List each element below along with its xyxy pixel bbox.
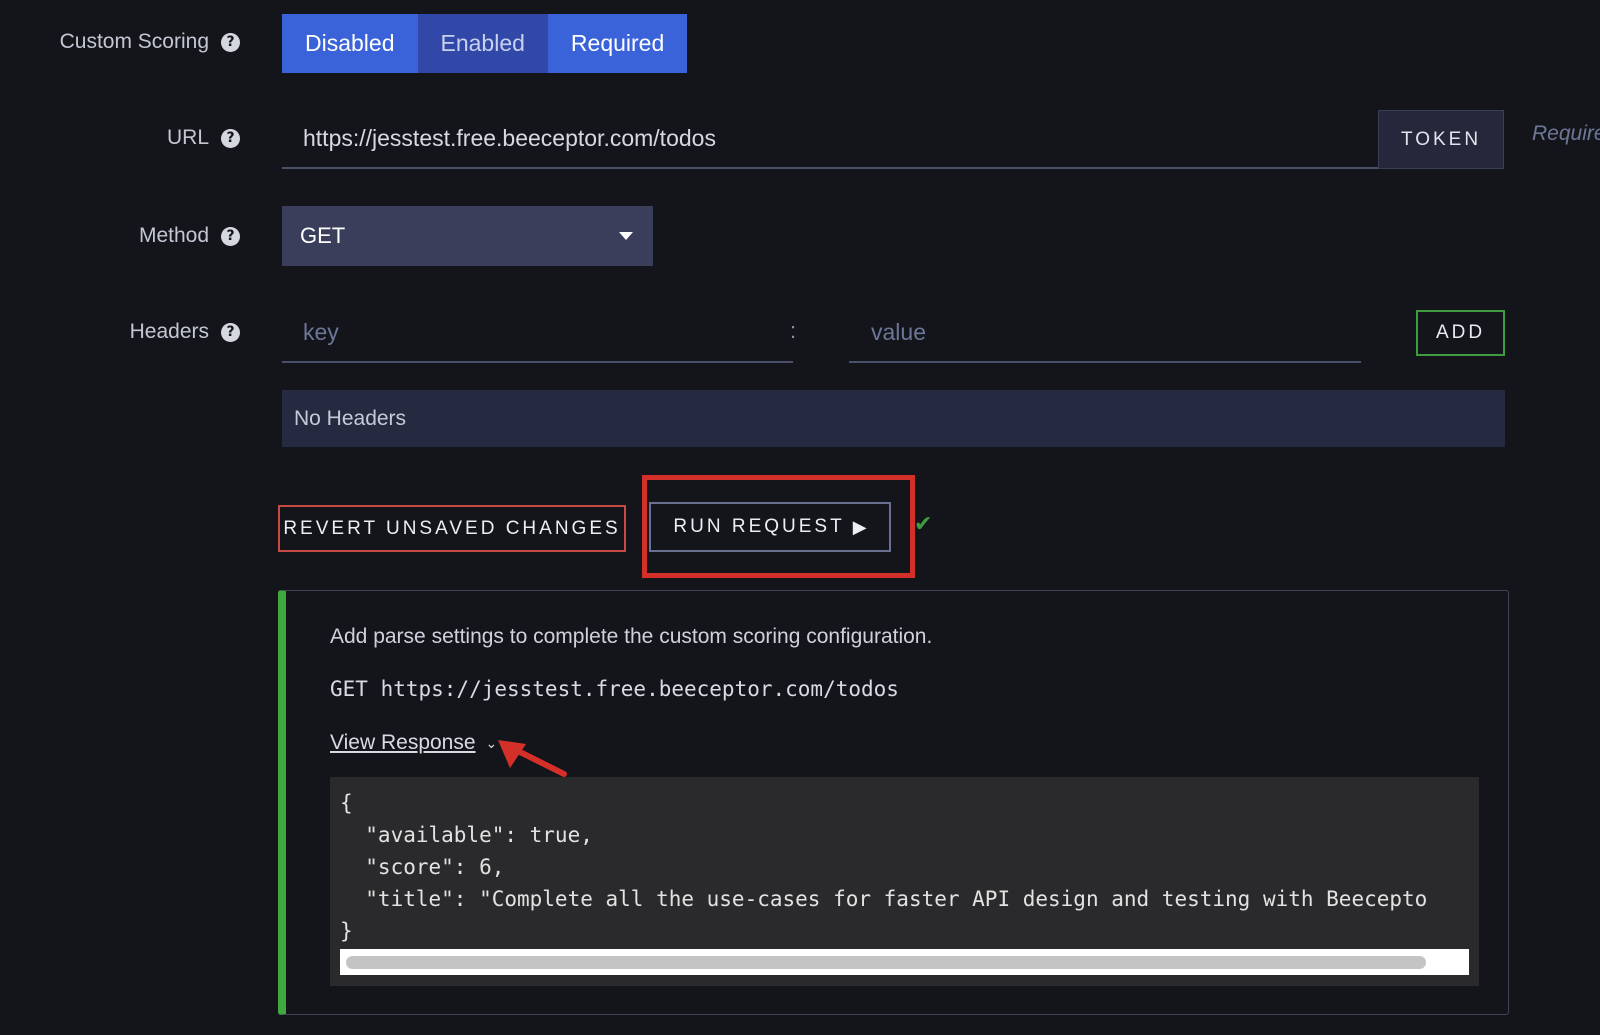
custom-scoring-label: Custom Scoring ? xyxy=(60,22,240,62)
required-hint: Require xyxy=(1532,122,1600,145)
header-key-input[interactable]: key xyxy=(282,304,793,363)
help-icon[interactable]: ? xyxy=(221,322,240,342)
play-icon: ▶ xyxy=(852,516,867,537)
result-panel: Add parse settings to complete the custo… xyxy=(278,590,1509,1015)
custom-scoring-toggle: Disabled Enabled Required xyxy=(282,14,688,73)
request-line: GET https://jesstest.free.beeceptor.com/… xyxy=(330,677,899,701)
code-line: "title": "Complete all the use-cases for… xyxy=(340,887,1428,911)
help-icon[interactable]: ? xyxy=(221,32,240,52)
annotation-arrow-icon xyxy=(498,740,567,777)
token-button[interactable]: TOKEN xyxy=(1378,110,1504,169)
help-icon[interactable]: ? xyxy=(221,226,240,246)
url-input[interactable]: https://jesstest.free.beeceptor.com/todo… xyxy=(282,110,1378,169)
code-line: { xyxy=(340,791,353,815)
check-icon: ✔ xyxy=(914,511,933,536)
add-header-button[interactable]: ADD xyxy=(1416,310,1505,356)
code-line: "available": true, xyxy=(340,823,593,847)
horizontal-scrollbar[interactable] xyxy=(340,949,1469,975)
revert-button[interactable]: REVERT UNSAVED CHANGES xyxy=(278,505,626,552)
header-value-input[interactable]: value xyxy=(849,304,1361,363)
method-value: GET xyxy=(300,223,346,248)
headers-label: Headers ? xyxy=(130,312,240,352)
help-icon[interactable]: ? xyxy=(221,128,240,148)
run-request-label: RUN REQUEST xyxy=(673,516,845,537)
method-label: Method ? xyxy=(139,216,240,256)
view-response-toggle[interactable]: View Response ⌄ xyxy=(330,731,497,755)
header-separator: : xyxy=(790,318,797,343)
method-select[interactable]: GET xyxy=(282,206,653,266)
headers-empty-state: No Headers xyxy=(282,390,1505,447)
url-label: URL ? xyxy=(167,118,240,158)
result-message: Add parse settings to complete the custo… xyxy=(330,625,933,648)
custom-scoring-disabled-option[interactable]: Disabled xyxy=(282,14,418,73)
code-line: } xyxy=(340,919,353,943)
custom-scoring-enabled-option[interactable]: Enabled xyxy=(417,14,548,73)
chevron-down-icon xyxy=(619,232,633,240)
custom-scoring-required-option[interactable]: Required xyxy=(547,14,688,73)
code-line: "score": 6, xyxy=(340,855,505,879)
response-code: { "available": true, "score": 6, "title"… xyxy=(340,787,1427,947)
response-code-block: { "available": true, "score": 6, "title"… xyxy=(330,777,1479,986)
view-response-link[interactable]: View Response xyxy=(330,731,476,755)
run-request-button[interactable]: RUN REQUEST ▶ xyxy=(649,502,891,552)
scrollbar-thumb[interactable] xyxy=(346,956,1426,969)
